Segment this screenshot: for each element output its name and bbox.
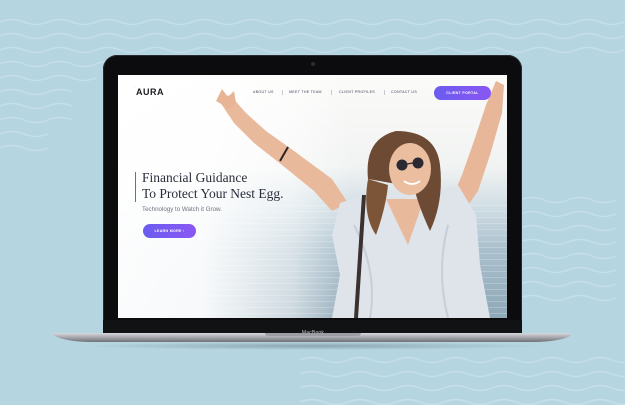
- nav-meet-the-team[interactable]: MEET THE TEAM: [289, 90, 322, 94]
- webcam-icon: [311, 62, 315, 66]
- laptop-opening-notch: [265, 333, 361, 336]
- hero-headline: Financial Guidance To Protect Your Nest …: [142, 170, 284, 202]
- hero-subheadline: Technology to Watch it Grow.: [142, 206, 222, 213]
- learn-more-button[interactable]: LEARN MORE ›: [143, 224, 196, 238]
- headline-accent-line: [135, 172, 136, 202]
- nav-divider: [331, 90, 332, 95]
- nav-client-profiles[interactable]: CLIENT PROFILES: [339, 90, 375, 94]
- client-portal-button[interactable]: CLIENT PORTAL: [434, 86, 491, 100]
- headline-line-1: Financial Guidance: [142, 170, 248, 185]
- nav-contact-us[interactable]: CONTACT US: [391, 90, 417, 94]
- nav-divider: [282, 90, 283, 95]
- logo-mark-icon: ◦: [134, 85, 136, 89]
- top-navigation: ◦ AURA ABOUT US MEET THE TEAM CLIENT PRO…: [118, 75, 507, 111]
- headline-line-2: To Protect Your Nest Egg.: [142, 186, 284, 201]
- laptop-shadow: [80, 342, 545, 350]
- nav-about-us[interactable]: ABOUT US: [253, 90, 274, 94]
- website-screen: ◦ AURA ABOUT US MEET THE TEAM CLIENT PRO…: [118, 75, 507, 318]
- site-logo[interactable]: AURA: [136, 87, 164, 97]
- nav-divider: [384, 90, 385, 95]
